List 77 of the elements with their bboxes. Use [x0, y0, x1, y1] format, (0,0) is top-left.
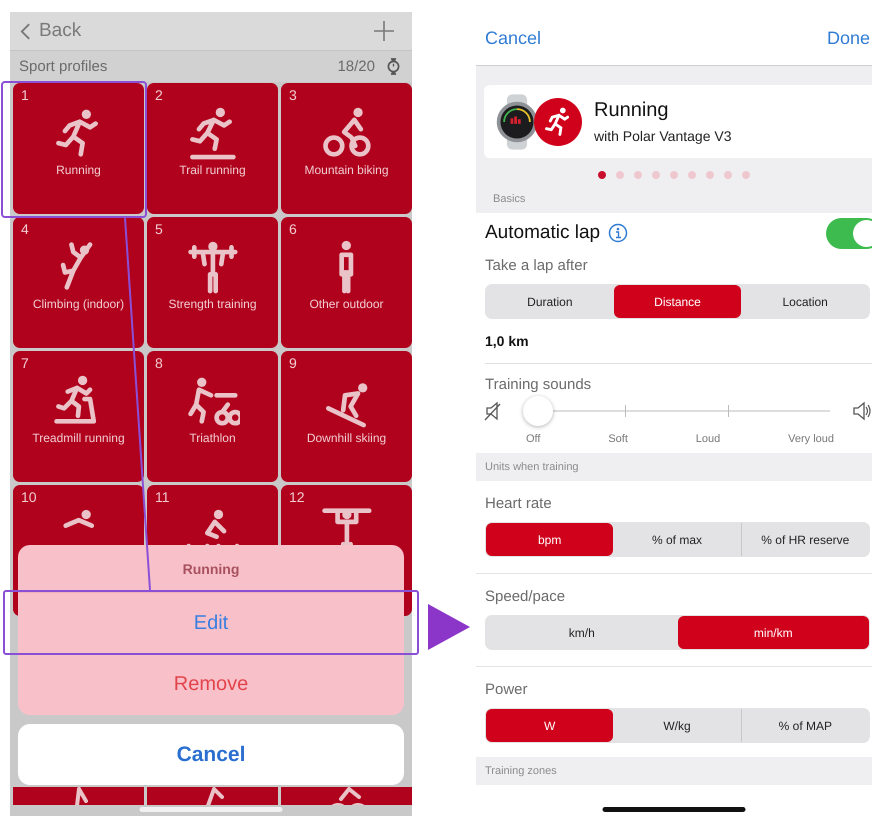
segment-option[interactable]: bpm [486, 523, 614, 556]
profile-count: 18/20 [337, 58, 375, 75]
sport-tile[interactable]: 3 Mountain biking [281, 83, 412, 214]
tile-label: Other outdoor [309, 297, 384, 311]
sport-tile[interactable]: 6 Other outdoor [281, 217, 412, 348]
segment-option[interactable]: Location [741, 285, 870, 318]
slider-stop-label: Soft [608, 433, 628, 445]
slider-stop-label: Very loud [788, 433, 834, 445]
segment-option[interactable]: Duration [486, 285, 614, 318]
setting-caption: Take a lap after [484, 256, 589, 276]
tile-label: Running [56, 163, 101, 177]
page-dot[interactable] [670, 171, 678, 179]
sport-tile[interactable]: 7 Treadmill running [13, 351, 144, 482]
pointer-arrow-icon [428, 604, 470, 650]
slider-stop-label: Loud [696, 433, 720, 445]
setting-label: Automatic lap [485, 222, 600, 244]
setting-label: Training sounds [484, 375, 592, 395]
segment-option[interactable]: Distance [614, 285, 742, 318]
sheet-title: Running [182, 560, 240, 579]
page-dot[interactable] [742, 171, 750, 179]
setting-label: Power [484, 680, 529, 700]
sport-tile[interactable]: 8 Triathlon [147, 351, 278, 482]
person-icon [337, 239, 356, 295]
device-name: with Polar Vantage V3 [594, 128, 732, 144]
tile-label: Downhill skiing [306, 431, 386, 445]
tile-label: Mountain biking [304, 163, 389, 177]
back-button[interactable]: Back [20, 20, 82, 42]
section-header: Units when training [476, 453, 872, 481]
slider-stop-label: Off [526, 433, 540, 445]
tile-label: Treadmill running [32, 431, 125, 445]
setting-label: Speed/pace [484, 587, 566, 607]
page-dot[interactable] [616, 171, 624, 179]
sport-tile[interactable]: 1 Running [13, 83, 144, 214]
sport-tile[interactable] [281, 787, 412, 805]
tile-label: Triathlon [189, 431, 236, 445]
tile-label: Strength training [168, 297, 257, 311]
setting-label: Heart rate [484, 494, 553, 514]
action-button[interactable]: Edit [18, 592, 404, 653]
cancel-button[interactable]: Cancel [18, 724, 404, 785]
info-icon[interactable] [608, 223, 628, 243]
section-header: Basics [492, 192, 526, 207]
lap-distance-value[interactable]: 1,0 km [485, 333, 529, 349]
segment-option[interactable]: W/kg [613, 709, 741, 742]
segment-option[interactable]: % of HR reserve [740, 523, 869, 556]
segment-option[interactable]: % of MAP [740, 709, 869, 742]
page-dot[interactable] [598, 171, 606, 179]
segment-option[interactable]: W [486, 709, 614, 742]
page-dot[interactable] [706, 171, 714, 179]
page-dot[interactable] [724, 171, 732, 179]
segment-option[interactable]: km/h [486, 616, 678, 649]
watch-icon [387, 57, 400, 76]
chevron-left-icon [20, 22, 31, 40]
done-link[interactable]: Done [826, 28, 870, 49]
segment-option[interactable]: min/km [678, 616, 869, 649]
page-dot[interactable] [652, 171, 660, 179]
sport-tile[interactable]: 4 Climbing (indoor) [13, 217, 144, 348]
toggle-switch[interactable] [826, 218, 872, 248]
segment-option[interactable]: % of max [613, 523, 741, 556]
add-icon[interactable] [374, 21, 394, 41]
section-title: Sport profiles [19, 58, 108, 75]
cancel-link[interactable]: Cancel [485, 28, 542, 49]
sport-tile[interactable]: 2 Trail running [147, 83, 278, 214]
swimmer-icon [62, 508, 96, 530]
profile-name: Running [594, 99, 670, 122]
sport-tile[interactable]: 5 Strength training [147, 217, 278, 348]
page-dot[interactable] [688, 171, 696, 179]
sport-tile[interactable]: 9 Downhill skiing [281, 351, 412, 482]
sport-tile[interactable] [13, 787, 144, 805]
speaker-icon [852, 401, 872, 421]
action-button[interactable]: Remove [18, 653, 404, 714]
runner-badge-icon [534, 98, 582, 146]
sport-tile[interactable] [147, 787, 278, 805]
tile-label: Trail running [179, 163, 246, 177]
section-header: Training zones [476, 757, 872, 785]
slider-thumb[interactable] [523, 396, 553, 426]
page-dot[interactable] [634, 171, 642, 179]
tile-label: Climbing (indoor) [32, 297, 124, 311]
